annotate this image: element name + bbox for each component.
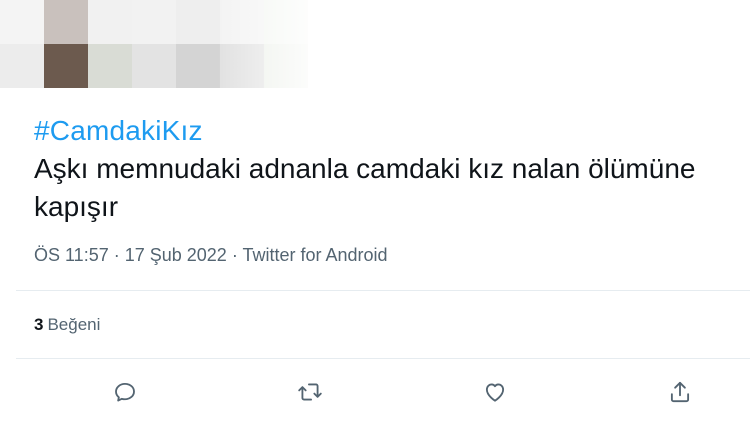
like-icon (485, 383, 505, 402)
likes-count: 3 (34, 315, 44, 334)
share-icon (670, 381, 690, 403)
tweet-date[interactable]: 17 Şub 2022 (125, 245, 227, 265)
likes-stat[interactable]: 3 Beğeni (34, 315, 100, 335)
reply-icon (115, 382, 135, 402)
meta-separator: · (108, 245, 125, 265)
author-header-blurred (0, 0, 310, 92)
divider (16, 358, 750, 359)
tweet-card: #CamdakiKız Aşkı memnudaki adnanla camda… (0, 0, 750, 437)
divider (16, 290, 750, 291)
tweet-time[interactable]: ÖS 11:57 (34, 245, 109, 265)
meta-separator: · (226, 245, 243, 265)
tweet-source[interactable]: Twitter for Android (242, 245, 387, 265)
reply-button[interactable] (108, 375, 142, 409)
like-button[interactable] (478, 375, 512, 409)
tweet-text: Aşkı memnudaki adnanla camdaki kız nalan… (34, 153, 696, 222)
share-button[interactable] (663, 375, 697, 409)
retweet-icon (298, 383, 322, 401)
retweet-button[interactable] (293, 375, 327, 409)
hashtag-link[interactable]: #CamdakiKız (34, 115, 203, 147)
likes-label: Beğeni (47, 315, 101, 334)
tweet-meta: ÖS 11:57 · 17 Şub 2022 · Twitter for And… (34, 245, 388, 266)
